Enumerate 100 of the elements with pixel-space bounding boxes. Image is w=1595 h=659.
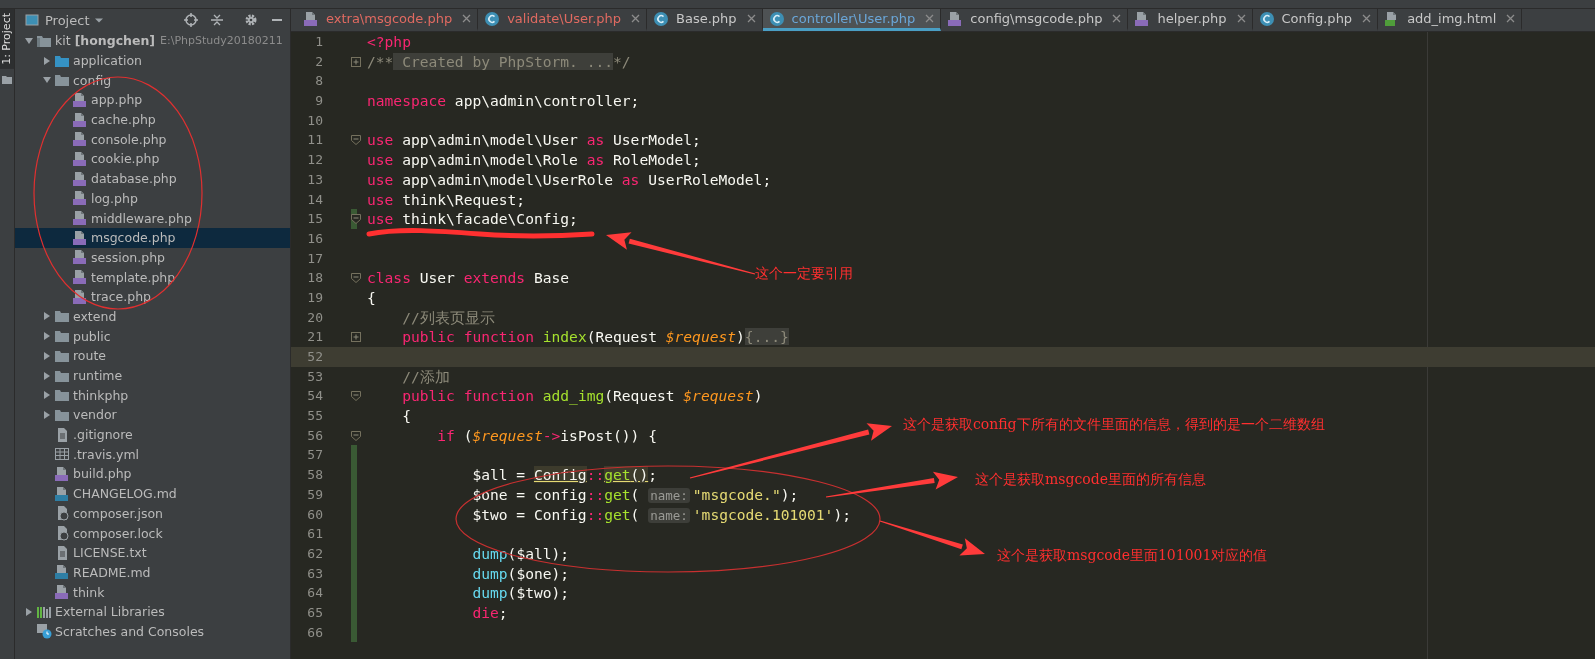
collapse-fold-icon[interactable] [351, 391, 361, 402]
code-line: { [367, 287, 376, 308]
item-label: .travis.yml [73, 446, 140, 462]
tree-item[interactable]: session.php [15, 247, 290, 268]
editor-tab[interactable]: extra\msgcode.php [297, 9, 479, 31]
php-file-icon [72, 190, 88, 207]
tree-item[interactable]: thinkphp [15, 385, 290, 406]
annotation-text: 这个是获取msgcode里面101001对应的值 [997, 547, 1268, 565]
close-icon[interactable] [1112, 14, 1122, 23]
folder-icon [54, 328, 70, 345]
expand-fold-icon[interactable] [351, 332, 361, 343]
tree-item[interactable]: console.php [15, 129, 290, 150]
php-file-icon [72, 91, 88, 108]
close-icon[interactable] [631, 14, 641, 23]
code-line: use app\admin\model\UserRole as UserRoleModel; [367, 169, 772, 190]
settings-icon[interactable] [244, 13, 258, 27]
collapse-fold-icon[interactable] [351, 214, 361, 225]
collapse-fold-icon[interactable] [351, 273, 361, 284]
tree-item[interactable]: CHANGELOG.md [15, 483, 290, 504]
tree-item[interactable]: log.php [15, 188, 290, 209]
collapse-arrow-icon[interactable] [22, 35, 36, 46]
editor-tab[interactable]: config\msgcode.php [941, 9, 1129, 31]
expand-fold-icon[interactable] [351, 56, 361, 67]
tree-item[interactable]: kit [hongchen] E:\PhpStudy20180211 [15, 31, 290, 51]
branch-label: [hongchen] [74, 33, 156, 49]
line-number: 21 [306, 328, 323, 347]
code-line: dump($all); [471, 543, 570, 564]
tree-item[interactable]: template.php [15, 267, 290, 287]
editor-tab[interactable]: helper.php [1128, 9, 1253, 31]
item-label: composer.json [73, 505, 163, 521]
tree-item[interactable]: database.php [15, 168, 290, 189]
item-label: app.php [91, 92, 143, 108]
tree-item[interactable]: cache.php [15, 109, 290, 130]
editor-tab[interactable]: Base.php [647, 9, 763, 31]
tree-item[interactable]: think [15, 582, 290, 602]
editor-tab[interactable]: Config.php [1252, 9, 1379, 31]
tree-item[interactable]: .travis.yml [15, 444, 290, 465]
close-icon[interactable] [1506, 14, 1516, 23]
tree-item[interactable]: composer.lock [15, 523, 290, 543]
php-file-icon [54, 584, 70, 601]
tree-item[interactable]: README.md [15, 562, 290, 583]
tool-window-tab[interactable]: 1: Project [0, 9, 14, 69]
line-number: 19 [306, 288, 323, 307]
tree-item[interactable]: .gitignore [15, 424, 290, 445]
php-file-icon [947, 10, 964, 27]
code-line: use app\admin\model\User as UserModel; [367, 130, 701, 151]
tree-item[interactable]: External Libraries [15, 601, 290, 622]
close-icon[interactable] [462, 14, 472, 23]
line-number: 10 [306, 111, 323, 130]
item-label: composer.lock [73, 525, 163, 541]
collapse-icon[interactable] [210, 13, 224, 27]
item-label: LICENSE.txt [73, 545, 147, 561]
close-icon[interactable] [1236, 14, 1246, 23]
item-label: trace.php [91, 289, 152, 305]
line-number: 14 [306, 190, 323, 209]
line-number: 61 [306, 525, 323, 544]
markdown-file-icon [54, 485, 70, 502]
tree-item[interactable]: LICENSE.txt [15, 542, 290, 563]
tree-item[interactable]: Scratches and Consoles [15, 621, 290, 642]
editor-tab[interactable]: add_img.html [1378, 9, 1523, 31]
crosshair-icon[interactable] [184, 13, 198, 27]
code-line: dump($two); [471, 583, 570, 603]
php-file-icon [303, 10, 319, 27]
line-number: 59 [306, 485, 323, 504]
tree-item[interactable]: trace.php [15, 286, 290, 307]
annotation-text: 这个是获取msgcode里面的所有信息 [975, 471, 1206, 489]
table-icon [54, 446, 70, 463]
close-icon[interactable] [925, 14, 935, 23]
item-label: CHANGELOG.md [73, 486, 177, 502]
panel-title[interactable]: Project [45, 12, 90, 28]
scratch-icon [36, 623, 52, 640]
line-number: 55 [306, 407, 323, 426]
tree-item[interactable]: vendor [15, 405, 290, 425]
tree-item[interactable]: application [15, 50, 290, 71]
item-label: External Libraries [55, 604, 165, 620]
code-line: public function add_img(Request $request) [401, 386, 763, 407]
code-line: if ($request->isPost()) { [436, 425, 657, 446]
tree-item[interactable]: middleware.php [15, 208, 290, 228]
tree-item[interactable]: route [15, 346, 290, 366]
tree-item[interactable]: app.php [15, 90, 290, 110]
class-icon [768, 10, 785, 27]
folder-icon[interactable] [2, 74, 12, 85]
code-line: namespace app\admin\controller; [367, 91, 640, 111]
tree-item[interactable]: runtime [15, 365, 290, 386]
markdown-file-icon [54, 564, 70, 581]
editor-tab[interactable]: controller\User.php [762, 9, 942, 31]
close-icon[interactable] [746, 14, 756, 23]
tree-item[interactable]: cookie.php [15, 149, 290, 169]
code-line: public function index(Request $request){...} [401, 327, 789, 347]
tree-item[interactable]: composer.json [15, 503, 290, 524]
tree-item[interactable]: build.php [15, 464, 290, 484]
close-icon[interactable] [1362, 14, 1372, 23]
collapse-fold-icon[interactable] [351, 135, 361, 146]
editor-tab[interactable]: validate\User.php [478, 9, 648, 31]
line-number: 18 [306, 269, 323, 288]
collapse-fold-icon[interactable] [351, 430, 361, 441]
tree-item[interactable]: extend [15, 306, 290, 327]
item-label: build.php [73, 466, 132, 482]
tree-item[interactable]: public [15, 326, 290, 346]
tree-item[interactable]: msgcode.php [15, 227, 290, 248]
